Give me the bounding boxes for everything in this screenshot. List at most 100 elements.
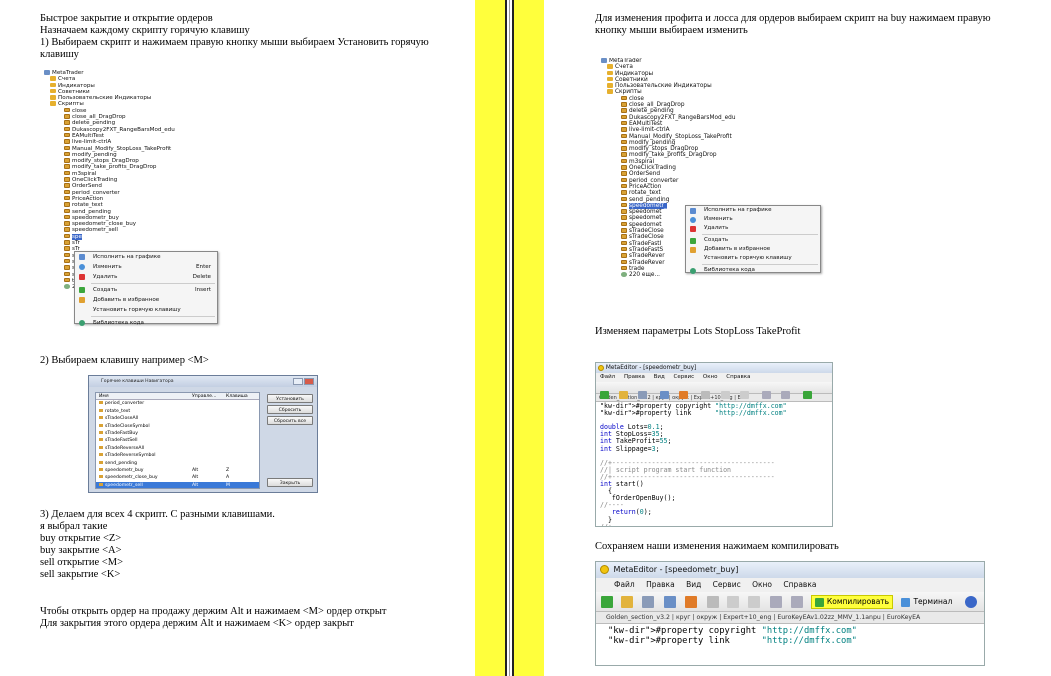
script-icon <box>64 189 70 195</box>
tree-script-label: speedomet <box>629 209 662 216</box>
close-icon[interactable] <box>304 378 314 385</box>
code-area[interactable]: "kw-dir">#property copyright "http://dmf… <box>596 402 832 526</box>
paste-icon[interactable] <box>739 390 749 399</box>
editor-tabs[interactable]: Golden_section_v3.2 | круг | окруж | Exp… <box>596 612 984 624</box>
menu-item-set-hotkey[interactable]: Установить горячую клавишу <box>686 254 820 263</box>
save-icon[interactable] <box>641 596 654 608</box>
open-icon[interactable] <box>619 390 629 399</box>
menu-item-codebase[interactable]: Библиотека кода <box>686 266 820 275</box>
hotkey-script-name: rotate_text <box>96 408 192 415</box>
open-icon[interactable] <box>621 596 634 608</box>
menu-window[interactable]: Окно <box>703 374 718 380</box>
navigator-icon[interactable] <box>664 596 677 608</box>
hotkey-row[interactable]: sTradeCloseSymbol <box>96 423 259 430</box>
hotkey-modifier: Alt <box>192 467 199 473</box>
reset-all-button[interactable]: Сбросить все <box>267 416 313 425</box>
menu-item-label: Установить горячую клавишу <box>93 307 181 313</box>
menu-view[interactable]: Вид <box>654 374 665 380</box>
menu-item-edit[interactable]: Изменить Enter <box>75 262 217 272</box>
col-name[interactable]: Имя <box>96 393 192 399</box>
save-icon[interactable] <box>638 390 648 399</box>
hotkey-row[interactable]: period_converter <box>96 400 259 407</box>
menu-view[interactable]: Вид <box>686 580 701 589</box>
hotkey-row[interactable]: speedometr_sell Alt M <box>96 481 259 488</box>
replace-icon[interactable] <box>780 390 790 399</box>
menu-item-create[interactable]: Создать Insert <box>75 285 217 295</box>
menu-item-run[interactable]: Исполнить на графике <box>75 252 217 262</box>
menu-item-codebase[interactable]: Библиотека кода <box>75 318 217 328</box>
cut-icon[interactable] <box>701 390 711 399</box>
para1-line1: Для изменения профита и лосса для ордеро… <box>595 13 991 24</box>
hotkey-row[interactable]: sTradeReverseSymbol <box>96 452 259 459</box>
hotkey-row[interactable]: speedometr_close_buy Alt A <box>96 474 259 481</box>
hotkey-row[interactable]: sTradeFastSell <box>96 437 259 444</box>
menu-window[interactable]: Окно <box>752 580 772 589</box>
toolbox-icon[interactable] <box>684 596 697 608</box>
tree-script-label: close <box>72 107 87 114</box>
menu-service[interactable]: Сервис <box>713 580 741 589</box>
hotkey-key: M <box>226 482 230 488</box>
compile-button[interactable]: Компилировать <box>810 595 894 609</box>
editor-title: MetaEditor - [speedometr_buy] <box>605 365 697 371</box>
star-icon <box>79 297 85 303</box>
navigator-icon[interactable] <box>660 390 670 399</box>
hotkey-row[interactable]: sTradeFastBuy <box>96 430 259 437</box>
step1-line1: 1) Выбираем скрипт и нажимаем правую кно… <box>40 37 429 48</box>
tree-root-label: MetaTrader <box>52 70 84 76</box>
plus-icon <box>79 287 85 293</box>
menu-file[interactable]: Файл <box>600 374 615 380</box>
menu-item-delete[interactable]: Удалить <box>686 224 820 233</box>
para3-text: Сохраняем наши изменения нажимаем компил… <box>595 541 839 552</box>
compile-icon[interactable] <box>802 390 812 399</box>
editor-title: MetaEditor - [speedometr_buy] <box>613 565 739 574</box>
menu-help[interactable]: Справка <box>726 374 750 380</box>
menu-item-run[interactable]: Исполнить на графике <box>686 206 820 215</box>
menu-separator <box>91 316 215 317</box>
script-icon <box>621 215 627 220</box>
col-key[interactable]: Клавиша <box>226 393 256 399</box>
folder-icon <box>50 82 56 88</box>
set-button[interactable]: Установить <box>267 394 313 403</box>
find-icon[interactable] <box>761 390 771 399</box>
find-icon[interactable] <box>770 596 783 608</box>
tree-script-label: m3spiral <box>72 170 97 177</box>
menu-service[interactable]: Сервис <box>674 374 695 380</box>
toolbox-icon[interactable] <box>679 390 689 399</box>
paste-icon[interactable] <box>747 596 760 608</box>
new-icon[interactable] <box>600 390 609 399</box>
folder-icon <box>607 70 613 76</box>
tree-script-label: PriceAction <box>629 183 662 190</box>
tree-script-label: speedometr_close_buy <box>72 221 137 228</box>
menu-edit[interactable]: Правка <box>624 374 645 380</box>
menu-item-favorite[interactable]: Добавить в избранное <box>75 295 217 305</box>
replace-icon[interactable] <box>790 596 803 608</box>
metaeditor-logo-icon <box>600 565 609 574</box>
hotkey-list-header: Имя Управле... Клавиша <box>96 393 259 401</box>
script-icon <box>64 183 70 188</box>
close-button[interactable]: Закрыть <box>267 478 313 487</box>
menu-item-set-hotkey[interactable]: Установить горячую клавишу <box>75 305 217 315</box>
copy-icon[interactable] <box>720 390 730 399</box>
hotkey-row[interactable]: send_pending <box>96 460 259 467</box>
hotkey-row[interactable]: speedometr_buy Alt Z <box>96 467 259 474</box>
menu-item-favorite[interactable]: Добавить в избранное <box>686 245 820 254</box>
code-area[interactable]: "kw-dir">#property copyright "http://dmf… <box>596 624 984 648</box>
hotkey-row[interactable]: rotate_text <box>96 408 259 415</box>
page-divider <box>505 0 514 676</box>
terminal-button[interactable]: Терминал <box>901 597 952 607</box>
help-icon[interactable] <box>964 596 977 608</box>
hotkey-row[interactable]: sTradeCloseAll <box>96 415 259 422</box>
menu-edit[interactable]: Правка <box>646 580 675 589</box>
cut-icon[interactable] <box>706 596 719 608</box>
menu-item-edit[interactable]: Изменить <box>686 215 820 224</box>
col-ctrl[interactable]: Управле... <box>192 393 226 399</box>
menu-help[interactable]: Справка <box>783 580 816 589</box>
menu-item-create[interactable]: Создать <box>686 236 820 245</box>
copy-icon[interactable] <box>727 596 740 608</box>
menu-file[interactable]: Файл <box>614 580 635 589</box>
new-icon[interactable] <box>601 596 613 608</box>
minimize-icon[interactable] <box>293 378 303 385</box>
hotkey-row[interactable]: sTradeReverseAll <box>96 445 259 452</box>
reset-button[interactable]: Сбросить <box>267 405 313 414</box>
menu-item-delete[interactable]: Удалить Delete <box>75 272 217 282</box>
